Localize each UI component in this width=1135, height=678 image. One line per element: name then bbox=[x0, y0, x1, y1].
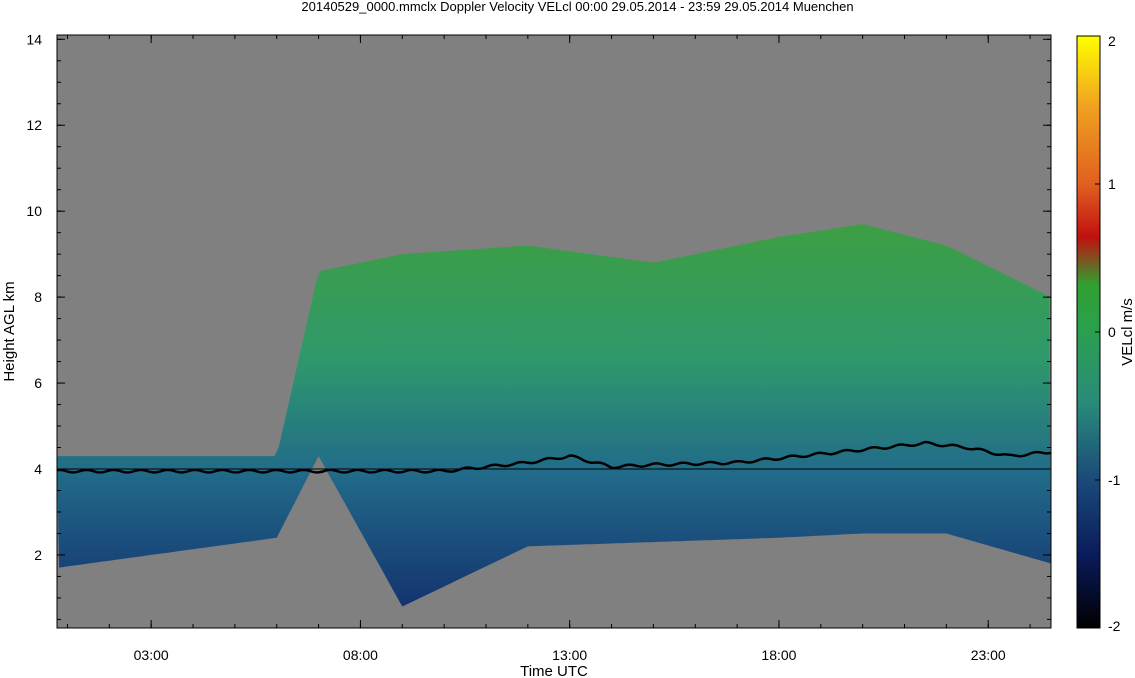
x-tick-label: 08:00 bbox=[343, 647, 378, 663]
y-tick-label: 8 bbox=[34, 289, 42, 305]
x-tick-label: 03:00 bbox=[134, 647, 169, 663]
x-tick-label: 23:00 bbox=[971, 647, 1006, 663]
y-tick-label: 6 bbox=[34, 375, 42, 391]
x-axis-label: Time UTC bbox=[520, 663, 588, 678]
radar-velocity-chart: 03:00 08:00 13:00 18:00 23:002468101214Time … bbox=[1, 31, 1135, 678]
y-tick-label: 12 bbox=[26, 117, 42, 133]
colorbar-tick-label: 0 bbox=[1108, 324, 1116, 340]
colorbar-label: VELcl m/s bbox=[1119, 298, 1135, 366]
x-tick-label: 18:00 bbox=[761, 647, 796, 663]
y-axis-label: Height AGL km bbox=[1, 281, 18, 381]
colorbar-tick-label: 2 bbox=[1108, 33, 1116, 49]
y-tick-label: 10 bbox=[26, 203, 42, 219]
x-tick-label: 13:00 bbox=[552, 647, 587, 663]
y-tick-label: 14 bbox=[26, 31, 42, 47]
colorbar-tick-label: -2 bbox=[1108, 618, 1121, 634]
y-tick-label: 4 bbox=[34, 461, 42, 477]
colorbar-tick-label: -1 bbox=[1108, 472, 1121, 488]
colorbar-tick-label: 1 bbox=[1108, 176, 1116, 192]
y-tick-label: 2 bbox=[34, 547, 42, 563]
